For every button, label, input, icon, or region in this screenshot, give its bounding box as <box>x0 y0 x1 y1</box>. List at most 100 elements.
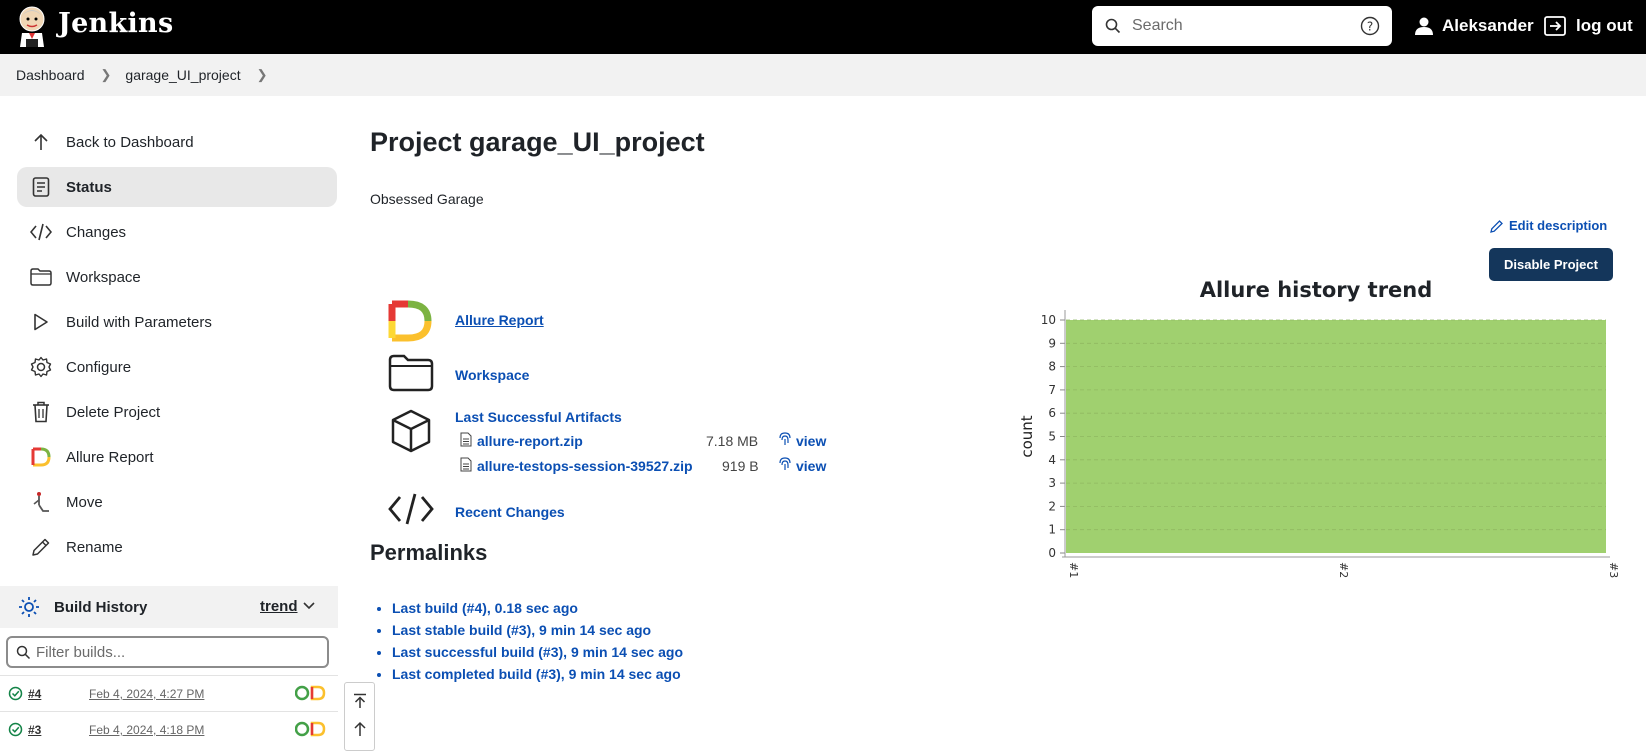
permalink-item[interactable]: Last successful build (#3), 9 min 14 sec… <box>392 644 683 666</box>
permalink-item[interactable]: Last stable build (#3), 9 min 14 sec ago <box>392 622 683 644</box>
sidebar-item-configure[interactable]: Configure <box>17 347 337 387</box>
build-number[interactable]: #3 <box>28 723 41 737</box>
sidebar-item-changes[interactable]: Changes <box>17 212 337 252</box>
workspace-link[interactable]: Workspace <box>455 367 529 383</box>
status-icon <box>32 177 50 197</box>
edit-description-link[interactable]: Edit description <box>1490 218 1607 233</box>
search-icon <box>1105 18 1121 34</box>
sidebar-item-workspace[interactable]: Workspace <box>17 257 337 297</box>
allure-report-icon[interactable] <box>388 300 432 342</box>
user-icon <box>1415 17 1433 35</box>
scroll-up-icon[interactable] <box>352 721 368 737</box>
chart-y-axis-label: count <box>1018 415 1036 457</box>
file-icon <box>460 457 472 472</box>
allure-trend-chart[interactable]: 0 1 2 3 4 5 6 7 8 9 10 #1 #2 #3 count <box>1010 300 1620 580</box>
filter-builds-input[interactable] <box>36 642 316 662</box>
artifacts-package-icon <box>391 409 431 453</box>
search-box: ? <box>1092 6 1392 46</box>
sidebar-item-rename[interactable]: Rename <box>17 527 337 567</box>
chart-y-tick-label: 8 <box>1048 360 1056 374</box>
logout-link[interactable]: log out <box>1544 14 1633 38</box>
search-icon <box>16 645 31 660</box>
artifact-size: 7.18 MB <box>706 433 759 449</box>
chart-y-tick-label: 9 <box>1048 336 1056 350</box>
fingerprint-icon[interactable] <box>778 457 792 472</box>
file-icon <box>460 432 472 447</box>
move-icon <box>33 492 49 512</box>
allure-badge-icon[interactable] <box>295 721 327 737</box>
workspace-folder-icon[interactable] <box>388 354 434 392</box>
user-name: Aleksander <box>1442 16 1534 35</box>
artifact-link[interactable]: allure-report.zip <box>477 433 583 449</box>
permalinks-title: Permalinks <box>370 540 488 565</box>
sidebar-item-back-to-dashboard[interactable]: Back to Dashboard <box>17 122 337 162</box>
chart-x-tick-label: #1 <box>1067 562 1080 578</box>
artifact-link[interactable]: allure-testops-session-39527.zip <box>477 458 693 474</box>
build-history-icon <box>19 597 39 617</box>
success-icon <box>8 686 23 701</box>
breadcrumb-dashboard[interactable]: Dashboard <box>16 67 85 83</box>
brand-title[interactable]: Jenkins <box>58 8 173 39</box>
chevron-down-icon[interactable] <box>302 599 316 613</box>
chart-y-tick-label: 1 <box>1048 523 1056 537</box>
chart-title: Allure history trend <box>1199 278 1433 302</box>
breadcrumb-project[interactable]: garage_UI_project <box>125 67 240 83</box>
sidebar-item-label: Build with Parameters <box>66 313 212 331</box>
permalink-item[interactable]: Last completed build (#3), 9 min 14 sec … <box>392 666 683 688</box>
fingerprint-icon[interactable] <box>778 432 792 447</box>
chart-y-tick-label: 2 <box>1048 499 1056 513</box>
artifact-size: 919 B <box>722 458 759 474</box>
arrow-up-icon <box>34 133 48 150</box>
trend-link[interactable]: trend <box>260 598 298 615</box>
sidebar-item-label: Workspace <box>66 268 141 286</box>
sidebar-item-label: Back to Dashboard <box>66 133 194 151</box>
recent-changes-code-icon[interactable] <box>388 492 434 526</box>
allure-report-link[interactable]: Allure Report <box>455 312 544 328</box>
jenkins-logo-icon[interactable] <box>16 5 48 47</box>
chart-y-tick-label: 10 <box>1041 313 1056 327</box>
last-successful-artifacts-link[interactable]: Last Successful Artifacts <box>455 409 622 425</box>
chevron-right-icon[interactable]: ❯ <box>257 67 268 83</box>
search-input[interactable] <box>1132 12 1347 40</box>
sidebar-item-label: Configure <box>66 358 132 376</box>
edit-description-label: Edit description <box>1509 218 1608 233</box>
pencil-icon <box>32 538 50 556</box>
sidebar-item-label: Delete Project <box>66 403 161 421</box>
allure-badge-icon[interactable] <box>295 685 327 701</box>
artifact-view-link[interactable]: view <box>796 458 826 474</box>
logout-icon <box>1544 16 1566 36</box>
user-link[interactable]: Aleksander <box>1414 14 1534 38</box>
chevron-right-icon[interactable]: ❯ <box>101 67 112 83</box>
play-icon <box>34 313 48 331</box>
breadcrumb: Dashboard ❯ garage_UI_project ❯ <box>0 54 1646 96</box>
build-row[interactable]: #4 Feb 4, 2024, 4:27 PM <box>0 675 338 711</box>
scroll-to-top-icon[interactable] <box>352 693 368 709</box>
sidebar-item-delete-project[interactable]: Delete Project <box>17 392 337 432</box>
allure-icon <box>31 447 51 467</box>
success-icon <box>8 722 23 737</box>
trash-icon <box>33 401 49 423</box>
sidebar-item-label: Move <box>66 493 103 511</box>
sidebar-item-move[interactable]: Move <box>17 482 337 522</box>
recent-changes-link[interactable]: Recent Changes <box>455 504 565 520</box>
build-row[interactable]: #3 Feb 4, 2024, 4:18 PM <box>0 711 338 747</box>
sidebar-item-status[interactable]: Status <box>17 167 337 207</box>
build-history-title: Build History <box>54 598 148 616</box>
disable-project-button[interactable]: Disable Project <box>1489 248 1613 281</box>
permalink-item[interactable]: Last build (#4), 0.18 sec ago <box>392 600 683 622</box>
sidebar-item-allure-report[interactable]: Allure Report <box>17 437 337 477</box>
help-icon[interactable]: ? <box>1360 16 1380 36</box>
build-history-header: Build History trend <box>0 586 338 628</box>
permalinks-list: Last build (#4), 0.18 sec ago Last stabl… <box>392 600 683 688</box>
artifact-view-link[interactable]: view <box>796 433 826 449</box>
build-date[interactable]: Feb 4, 2024, 4:27 PM <box>89 687 204 701</box>
chart-x-tick-label: #2 <box>1337 562 1350 578</box>
artifact-row: allure-report.zip 7.18 MB view <box>460 432 840 452</box>
build-number[interactable]: #4 <box>28 687 41 701</box>
sidebar-item-build-with-parameters[interactable]: Build with Parameters <box>17 302 337 342</box>
header: Jenkins ? Aleksander log out <box>0 0 1646 54</box>
logout-label: log out <box>1576 16 1633 35</box>
folder-icon <box>30 268 52 286</box>
build-date[interactable]: Feb 4, 2024, 4:18 PM <box>89 723 204 737</box>
gear-icon <box>30 356 52 378</box>
